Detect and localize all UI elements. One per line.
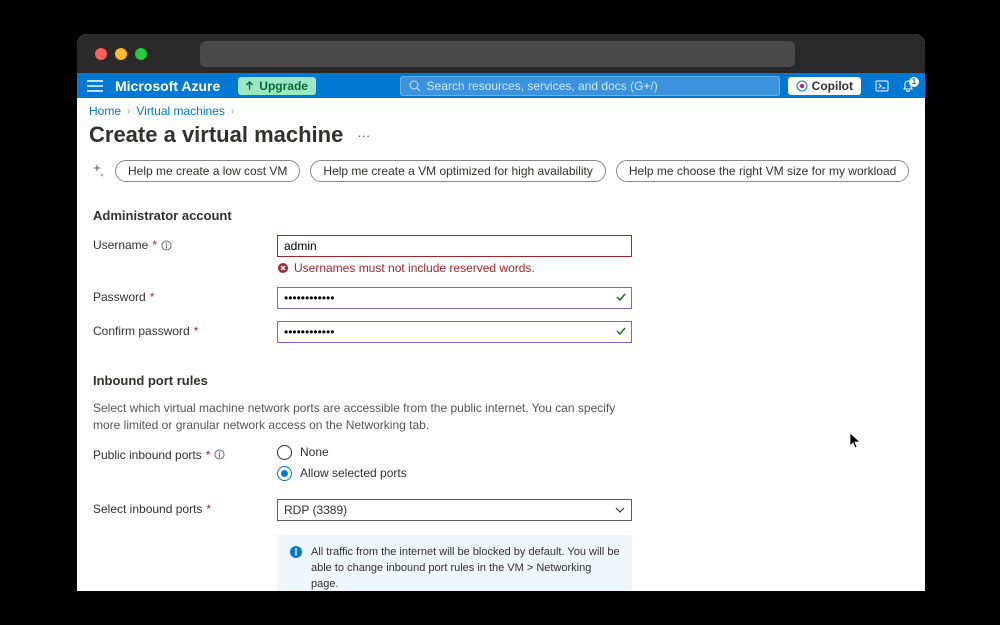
page-title: Create a virtual machine — [89, 122, 343, 148]
radio-icon — [277, 445, 292, 460]
search-input[interactable]: Search resources, services, and docs (G+… — [400, 76, 780, 96]
select-ports-row: Select inbound ports * RDP (3389) — [93, 499, 913, 521]
upgrade-icon — [244, 80, 255, 91]
radio-allow-selected[interactable]: Allow selected ports — [277, 466, 632, 481]
required-marker: * — [152, 238, 157, 252]
ports-section-help: Select which virtual machine network por… — [93, 400, 623, 435]
titlebar — [77, 34, 925, 73]
upgrade-label: Upgrade — [259, 79, 308, 93]
username-error: Usernames must not include reserved word… — [277, 261, 632, 275]
breadcrumb: Home › Virtual machines › — [77, 98, 925, 122]
copilot-button[interactable]: Copilot — [788, 77, 861, 95]
copilot-label: Copilot — [812, 79, 853, 93]
select-inbound-ports[interactable]: RDP (3389) — [277, 499, 632, 521]
confirm-password-label: Confirm password * — [93, 321, 277, 338]
error-icon — [277, 262, 289, 274]
username-input[interactable] — [277, 235, 632, 257]
password-input[interactable] — [277, 287, 632, 309]
notification-badge: 1 — [909, 77, 919, 87]
suggestion-high-availability[interactable]: Help me create a VM optimized for high a… — [310, 160, 605, 182]
check-icon — [615, 325, 627, 340]
breadcrumb-virtual-machines[interactable]: Virtual machines — [136, 104, 225, 118]
required-marker: * — [206, 502, 211, 516]
confirm-password-input[interactable] — [277, 321, 632, 343]
suggestion-low-cost[interactable]: Help me create a low cost VM — [115, 160, 300, 182]
search-placeholder: Search resources, services, and docs (G+… — [427, 79, 658, 93]
select-ports-label: Select inbound ports * — [93, 499, 277, 516]
password-row: Password * — [93, 287, 913, 309]
chevron-right-icon: › — [127, 106, 130, 117]
suggestion-vm-size[interactable]: Help me choose the right VM size for my … — [616, 160, 909, 182]
username-row: Username * Usernames must not include re… — [93, 235, 913, 275]
form-body: Administrator account Username * Usernam… — [77, 188, 925, 591]
brand-label[interactable]: Microsoft Azure — [115, 78, 220, 94]
content-area: Home › Virtual machines › Create a virtu… — [77, 98, 925, 591]
browser-window: Microsoft Azure Upgrade Search resources… — [77, 34, 925, 591]
hamburger-icon — [87, 80, 103, 92]
info-text: All traffic from the internet will be bl… — [311, 545, 620, 591]
info-icon[interactable] — [214, 449, 225, 460]
hamburger-menu-button[interactable] — [83, 80, 107, 92]
search-icon — [409, 80, 421, 92]
url-bar[interactable] — [200, 41, 795, 67]
azure-header: Microsoft Azure Upgrade Search resources… — [77, 73, 925, 98]
cloudshell-button[interactable] — [869, 79, 895, 93]
radio-icon — [277, 466, 292, 481]
more-actions-button[interactable]: ··· — [357, 128, 370, 143]
public-ports-row: Public inbound ports * None Allow select… — [93, 445, 913, 481]
required-marker: * — [150, 290, 155, 304]
radio-none[interactable]: None — [277, 445, 632, 460]
page-title-row: Create a virtual machine ··· — [77, 122, 925, 152]
breadcrumb-home[interactable]: Home — [89, 104, 121, 118]
maximize-window-button[interactable] — [135, 48, 147, 60]
copilot-icon — [796, 80, 808, 92]
info-icon — [289, 545, 303, 559]
required-marker: * — [206, 448, 211, 462]
check-icon — [615, 291, 627, 306]
password-label: Password * — [93, 287, 277, 304]
ports-section-heading: Inbound port rules — [93, 373, 913, 388]
minimize-window-button[interactable] — [115, 48, 127, 60]
sparkle-icon — [89, 162, 105, 181]
info-icon[interactable] — [161, 240, 172, 251]
chevron-down-icon — [615, 505, 625, 515]
chevron-right-icon: › — [231, 106, 234, 117]
public-ports-label: Public inbound ports * — [93, 445, 277, 462]
suggestion-row: Help me create a low cost VM Help me cre… — [77, 152, 925, 188]
select-value: RDP (3389) — [284, 503, 347, 517]
notifications-button[interactable]: 1 — [895, 79, 921, 93]
required-marker: * — [194, 324, 199, 338]
confirm-password-row: Confirm password * — [93, 321, 913, 343]
info-box: All traffic from the internet will be bl… — [277, 535, 632, 591]
cloudshell-icon — [875, 79, 889, 93]
close-window-button[interactable] — [95, 48, 107, 60]
upgrade-button[interactable]: Upgrade — [238, 77, 316, 95]
admin-section-heading: Administrator account — [93, 208, 913, 223]
username-label: Username * — [93, 235, 277, 252]
